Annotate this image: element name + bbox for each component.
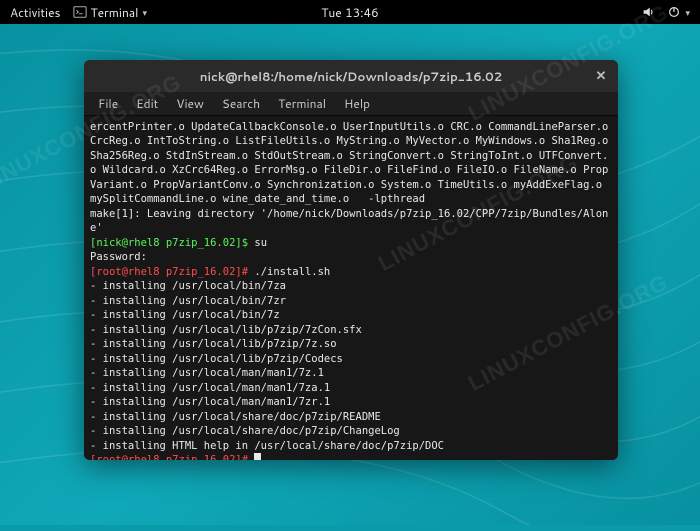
activities-button[interactable]: Activities [10, 4, 61, 21]
close-icon: ✕ [596, 67, 607, 85]
output-line: - installing /usr/local/man/man1/7z.1 [90, 367, 324, 379]
output-line: - installing /usr/local/share/doc/p7zip/… [90, 411, 381, 423]
terminal-icon [73, 5, 87, 19]
output-line: - installing /usr/local/share/doc/p7zip/… [90, 425, 400, 437]
output-line: - installing HTML help in /usr/local/sha… [90, 440, 444, 452]
app-menu[interactable]: Terminal [73, 4, 147, 21]
speaker-icon [641, 5, 655, 19]
output-line: - installing /usr/local/lib/p7zip/Codecs [90, 353, 343, 365]
output-line: - installing /usr/local/bin/7zr [90, 295, 286, 307]
menubar: File Edit View Search Terminal Help [84, 92, 618, 116]
output-line: make[1]: Leaving directory '/home/nick/D… [90, 208, 608, 234]
output-line: - installing /usr/local/bin/7z [90, 309, 280, 321]
command: ./install.sh [254, 266, 330, 278]
prompt-root: [root@rhel8 p7zip_16.02]# [90, 266, 254, 278]
output-line: - installing /usr/local/lib/p7zip/7zCon.… [90, 324, 362, 336]
menu-view[interactable]: View [168, 93, 212, 114]
menu-help[interactable]: Help [336, 93, 378, 114]
menu-edit[interactable]: Edit [128, 93, 166, 114]
terminal-window: nick@rhel8:/home/nick/Downloads/p7zip_16… [84, 60, 618, 460]
power-icon [667, 5, 681, 19]
clock[interactable]: Tue 13:46 [321, 4, 379, 21]
gnome-topbar: Activities Terminal Tue 13:46 [0, 0, 700, 24]
menu-search[interactable]: Search [214, 93, 268, 114]
power-indicator[interactable] [667, 5, 690, 19]
output-line: ercentPrinter.o UpdateCallbackConsole.o … [90, 121, 615, 205]
terminal-output[interactable]: ercentPrinter.o UpdateCallbackConsole.o … [84, 116, 618, 460]
output-line: - installing /usr/local/lib/p7zip/7z.so [90, 338, 337, 350]
output-line: - installing /usr/local/man/man1/7za.1 [90, 382, 330, 394]
window-titlebar[interactable]: nick@rhel8:/home/nick/Downloads/p7zip_16… [84, 60, 618, 92]
menu-terminal[interactable]: Terminal [270, 93, 334, 114]
output-line: Password: [90, 251, 147, 263]
cursor [254, 453, 261, 460]
menu-file[interactable]: File [90, 93, 126, 114]
prompt-user: [nick@rhel8 p7zip_16.02]$ [90, 237, 254, 249]
volume-indicator[interactable] [641, 5, 655, 19]
window-title: nick@rhel8:/home/nick/Downloads/p7zip_16… [200, 68, 503, 85]
command: su [254, 237, 267, 249]
app-menu-label: Terminal [91, 4, 139, 21]
output-line: - installing /usr/local/bin/7za [90, 280, 286, 292]
prompt-root: [root@rhel8 p7zip_16.02]# [90, 454, 254, 460]
output-line: - installing /usr/local/man/man1/7zr.1 [90, 396, 330, 408]
close-button[interactable]: ✕ [590, 65, 612, 87]
